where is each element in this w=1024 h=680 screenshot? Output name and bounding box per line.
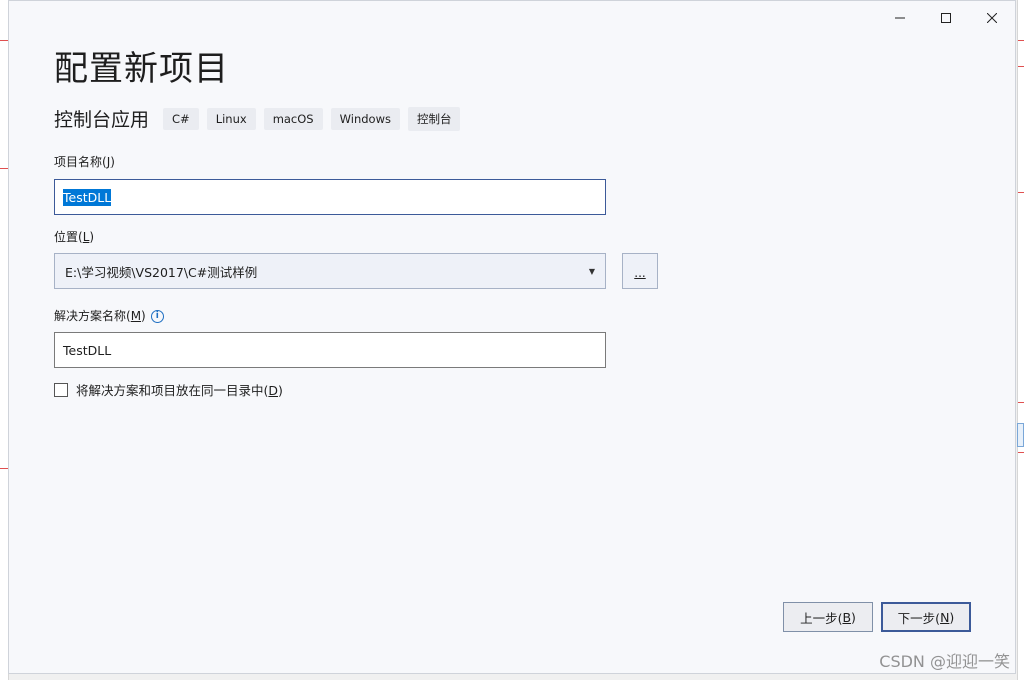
project-name-label-text: 项目名称( (54, 155, 107, 169)
back-button[interactable]: 上一步(B) (783, 602, 873, 632)
dropdown-arrow-icon[interactable]: ▼ (589, 267, 595, 276)
window-controls (877, 1, 1015, 35)
minimize-icon (895, 17, 905, 19)
tag-platform-macos: macOS (263, 107, 323, 130)
background-divider (1018, 192, 1024, 193)
tag-language: C# (163, 107, 199, 130)
location-label: 位置(L) (54, 228, 94, 245)
project-name-label: 项目名称(J) (54, 153, 115, 170)
tag-project-type: 控制台 (407, 106, 461, 131)
same-directory-accesskey: D (268, 383, 279, 398)
same-directory-checkbox[interactable] (54, 382, 68, 397)
background-window-right-edge (1017, 0, 1024, 680)
maximize-icon (941, 13, 951, 23)
solution-name-label-end: ) (141, 309, 146, 323)
location-label-end: ) (89, 230, 95, 244)
close-icon (987, 13, 997, 23)
same-directory-option[interactable]: 将解决方案和项目放在同一目录中(D) (54, 380, 283, 399)
background-divider (1018, 66, 1024, 67)
back-button-text: 上一步( (800, 610, 843, 626)
tag-platform-windows: Windows (330, 107, 400, 130)
next-button-end: ) (949, 609, 955, 625)
background-divider (0, 168, 8, 169)
template-name: 控制台应用 (54, 109, 150, 131)
browse-button[interactable]: ... (622, 253, 658, 289)
template-info: 控制台应用 C# Linux macOS Windows 控制台 (54, 105, 468, 132)
location-value: E:\学习视频\VS2017\C#测试样例 (65, 264, 258, 280)
project-name-label-end: ) (110, 155, 115, 169)
solution-name-accesskey: M (130, 309, 142, 323)
project-name-value: TestDLL (63, 188, 112, 206)
close-button[interactable] (969, 1, 1015, 35)
background-divider (0, 40, 8, 41)
location-combobox[interactable]: E:\学习视频\VS2017\C#测试样例 ▼ (54, 253, 606, 289)
solution-name-input[interactable]: TestDLL (54, 332, 606, 368)
background-divider (1018, 402, 1024, 403)
same-directory-label-end: ) (278, 383, 283, 398)
background-divider (0, 468, 8, 469)
location-label-text: 位置( (54, 230, 83, 244)
info-icon[interactable]: i (150, 310, 164, 323)
browse-button-label: ... (634, 266, 646, 280)
solution-name-value: TestDLL (63, 342, 112, 358)
same-directory-label-text: 将解决方案和项目放在同一目录中( (76, 383, 269, 398)
back-button-accesskey: B (842, 609, 852, 625)
next-button-text: 下一步( (897, 610, 941, 626)
maximize-button[interactable] (923, 1, 969, 35)
next-button[interactable]: 下一步(N) (881, 602, 971, 632)
next-button-accesskey: N (940, 609, 950, 625)
background-divider (1018, 452, 1024, 453)
watermark: CSDN @迎迎一笑 (879, 652, 1010, 671)
project-name-input[interactable]: TestDLL (54, 179, 606, 215)
configure-project-dialog: 配置新项目 控制台应用 C# Linux macOS Windows 控制台 项… (8, 0, 1016, 674)
background-divider (1018, 40, 1024, 41)
solution-name-label: 解决方案名称(M) i (54, 307, 164, 324)
page-title: 配置新项目 (54, 49, 229, 89)
back-button-end: ) (851, 609, 856, 625)
same-directory-label[interactable]: 将解决方案和项目放在同一目录中(D) (76, 380, 283, 399)
minimize-button[interactable] (877, 1, 923, 35)
tag-platform-linux: Linux (206, 107, 256, 130)
background-control (1017, 423, 1024, 447)
solution-name-label-text: 解决方案名称( (54, 309, 131, 323)
